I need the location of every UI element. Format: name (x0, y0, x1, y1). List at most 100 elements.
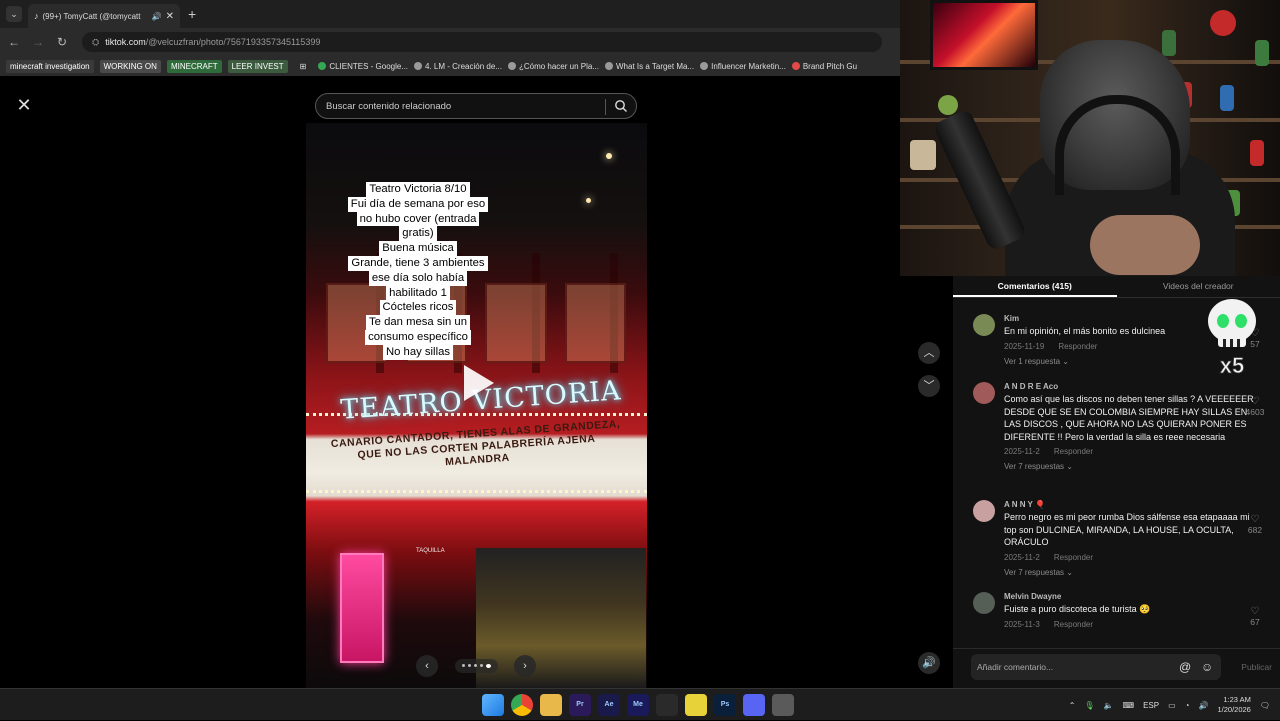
speaker-icon[interactable]: 🔈 (1104, 701, 1114, 710)
bookmark-item[interactable]: Influencer Marketin... (700, 62, 786, 71)
caption-line: Teatro Victoria 8/10 (366, 182, 469, 197)
bookmark-item[interactable]: ¿Cómo hacer un Pla... (508, 62, 599, 71)
collectible-figure (1250, 140, 1264, 166)
tab-tiktok[interactable]: ♪ (99+) TomyCatt (@tomycatt 🔊 ✕ (28, 4, 180, 28)
string-light (606, 153, 612, 159)
mention-icon[interactable]: @ (1179, 654, 1191, 680)
new-tab-button[interactable]: + (188, 6, 196, 22)
bookmark-favicon-icon (700, 62, 708, 70)
microphone-icon[interactable]: 🎙 (1084, 701, 1094, 710)
bookmark-item[interactable]: 4. LM - Creación de... (414, 62, 502, 71)
settings-icon[interactable] (772, 694, 794, 716)
comment-input[interactable]: Añadir comentario... @ ☺ (971, 654, 1221, 680)
media-encoder-icon[interactable]: Me (627, 694, 649, 716)
chrome-icon[interactable] (511, 694, 533, 716)
volume-icon[interactable]: 🔊 (1199, 701, 1209, 710)
comment-author[interactable]: A N D R E Aco (1004, 382, 1254, 391)
reply-button[interactable]: Responder (1058, 342, 1097, 351)
comment-text: Perro negro es mi peor rumba Dios sálfen… (1004, 511, 1254, 549)
photoshop-icon[interactable]: Ps (714, 694, 736, 716)
like-button[interactable]: ♡4603 (1241, 396, 1269, 417)
collectible-figure (938, 95, 958, 115)
close-icon[interactable]: ✕ (12, 93, 36, 117)
apps-grid-icon[interactable]: ⊞ (300, 62, 307, 71)
bookmark-favicon-icon (508, 62, 516, 70)
tab-creator-videos[interactable]: Videos del creador (1117, 276, 1280, 297)
publish-button[interactable]: Publicar (1241, 662, 1272, 672)
avatar[interactable] (973, 500, 995, 522)
post-photo[interactable]: TEATRO VICTORIA CANARIO CANTADOR, TIENES… (306, 123, 647, 688)
play-icon[interactable] (464, 365, 494, 401)
previous-post-button[interactable]: ︿ (918, 342, 940, 364)
discord-icon[interactable] (743, 694, 765, 716)
carousel-dot[interactable] (486, 664, 491, 668)
search-divider (605, 99, 606, 115)
skull-emote-icon: x5 (1205, 297, 1259, 377)
bookmark-item[interactable]: MINECRAFT (167, 60, 222, 73)
reload-button[interactable]: ↻ (50, 35, 74, 49)
comment-author[interactable]: Melvin Dwayne (1004, 592, 1254, 601)
bookmark-item[interactable]: LEER INVEST (228, 60, 288, 73)
language-indicator[interactable]: ESP (1143, 701, 1159, 710)
bookmark-favicon-icon (605, 62, 613, 70)
avatar[interactable] (973, 592, 995, 614)
avatar[interactable] (973, 314, 995, 336)
view-replies-button[interactable]: Ver 7 respuestas ⌄ (1004, 568, 1254, 577)
keyboard-icon[interactable]: ⌨ (1123, 701, 1135, 710)
bookmark-label: Brand Pitch Gu (803, 62, 857, 71)
clock[interactable]: 1:23 AM 1/20/2026 (1217, 695, 1250, 715)
notification-icon[interactable]: 🗨 (1260, 701, 1270, 710)
bookmark-item[interactable]: WORKING ON (100, 60, 161, 73)
chevron-up-icon[interactable]: ⌃ (1069, 701, 1076, 710)
volume-button[interactable]: 🔊 (918, 652, 940, 674)
carousel-next-button[interactable]: › (514, 655, 536, 677)
obs-icon[interactable] (656, 694, 678, 716)
site-info-icon[interactable]: ⛭ (92, 37, 99, 48)
search-icon[interactable] (614, 99, 628, 113)
bookmark-item[interactable]: What Is a Target Ma... (605, 62, 694, 71)
windows-start-icon[interactable] (482, 694, 504, 716)
tab-title: (99+) TomyCatt (@tomycatt (43, 12, 148, 21)
reply-button[interactable]: Responder (1054, 553, 1093, 562)
forward-button[interactable]: → (26, 35, 50, 49)
carousel-prev-button[interactable]: ‹ (416, 655, 438, 677)
network-icon[interactable]: ◔ (1185, 701, 1190, 710)
search-input[interactable]: Buscar contenido relacionado (315, 93, 637, 119)
carousel-dot[interactable] (462, 664, 465, 667)
heart-icon: ♡ (1241, 396, 1269, 407)
back-button[interactable]: ← (2, 35, 26, 49)
avatar[interactable] (973, 382, 995, 404)
file-explorer-icon[interactable] (540, 694, 562, 716)
reply-button[interactable]: Responder (1054, 447, 1093, 456)
carousel-dot[interactable] (474, 664, 477, 667)
next-post-button[interactable]: ﹀ (918, 375, 940, 397)
reply-button[interactable]: Responder (1054, 620, 1093, 629)
carousel-dot[interactable] (468, 664, 471, 667)
tab-comments[interactable]: Comentarios (415) (953, 276, 1117, 297)
like-count: 67 (1250, 617, 1259, 627)
bookmark-item[interactable]: Brand Pitch Gu (792, 62, 857, 71)
caption-line: consumo específico (365, 330, 471, 345)
carousel-dot[interactable] (480, 664, 483, 667)
after-effects-icon[interactable]: Ae (598, 694, 620, 716)
like-button[interactable]: ♡67 (1241, 606, 1269, 627)
tab-search-button[interactable]: ⌄ (6, 6, 22, 22)
pink-ad-panel (340, 553, 384, 663)
premiere-icon[interactable]: Pr (569, 694, 591, 716)
collectible-figure (1210, 10, 1236, 36)
display-icon[interactable]: ▭ (1168, 701, 1176, 710)
sticky-notes-icon[interactable] (685, 694, 707, 716)
bookmark-item[interactable]: CLIENTES - Google... (318, 62, 408, 71)
like-button[interactable]: ♡682 (1241, 514, 1269, 535)
tab-close-icon[interactable]: ✕ (166, 11, 174, 22)
like-count: 682 (1248, 525, 1262, 535)
caption-line: Cócteles ricos (380, 300, 457, 315)
speaker-icon[interactable]: 🔊 (152, 12, 162, 21)
comment-author[interactable]: A N N Y 🎈 (1004, 500, 1254, 509)
comment-date: 2025-11-19 (1004, 342, 1044, 351)
comment-composer: Añadir comentario... @ ☺ Publicar (953, 648, 1280, 688)
url-field[interactable]: ⛭ tiktok.com/@velcuzfran/photo/756719335… (82, 32, 882, 52)
bookmark-item[interactable]: minecraft investigation (6, 60, 94, 73)
view-replies-button[interactable]: Ver 7 respuestas ⌄ (1004, 462, 1254, 471)
emoji-icon[interactable]: ☺ (1201, 654, 1213, 680)
